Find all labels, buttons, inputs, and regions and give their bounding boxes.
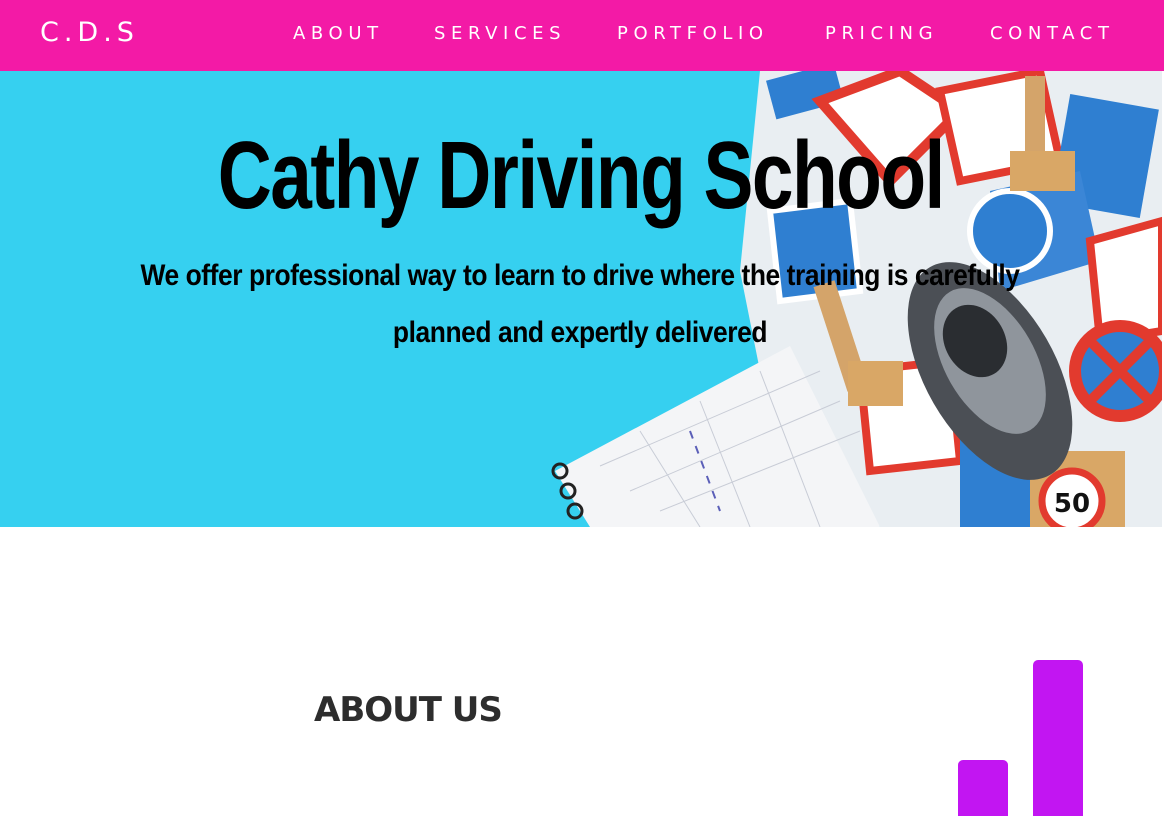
about-us-heading: ABOUT US bbox=[314, 690, 503, 730]
nav-link-portfolio[interactable]: PORTFOLIO bbox=[617, 23, 769, 44]
decorative-bar-short bbox=[958, 760, 1008, 816]
hero-subtitle: We offer professional way to learn to dr… bbox=[140, 259, 1020, 349]
hero-title: Cathy Driving School bbox=[217, 122, 946, 229]
top-navbar: C.D.S ABOUT SERVICES PORTFOLIO PRICING C… bbox=[0, 0, 1164, 71]
decorative-bar-tall bbox=[1033, 660, 1083, 816]
nav-link-services[interactable]: SERVICES bbox=[434, 23, 566, 44]
hero-section: 50 Cathy Driving School We offer profess… bbox=[0, 71, 1162, 527]
nav-link-pricing[interactable]: PRICING bbox=[825, 23, 938, 44]
nav-link-about[interactable]: ABOUT bbox=[293, 23, 384, 44]
nav-links: ABOUT SERVICES PORTFOLIO PRICING CONTACT bbox=[0, 23, 1164, 47]
speed-limit-sign-text: 50 bbox=[1054, 489, 1090, 519]
nav-link-contact[interactable]: CONTACT bbox=[990, 23, 1115, 44]
